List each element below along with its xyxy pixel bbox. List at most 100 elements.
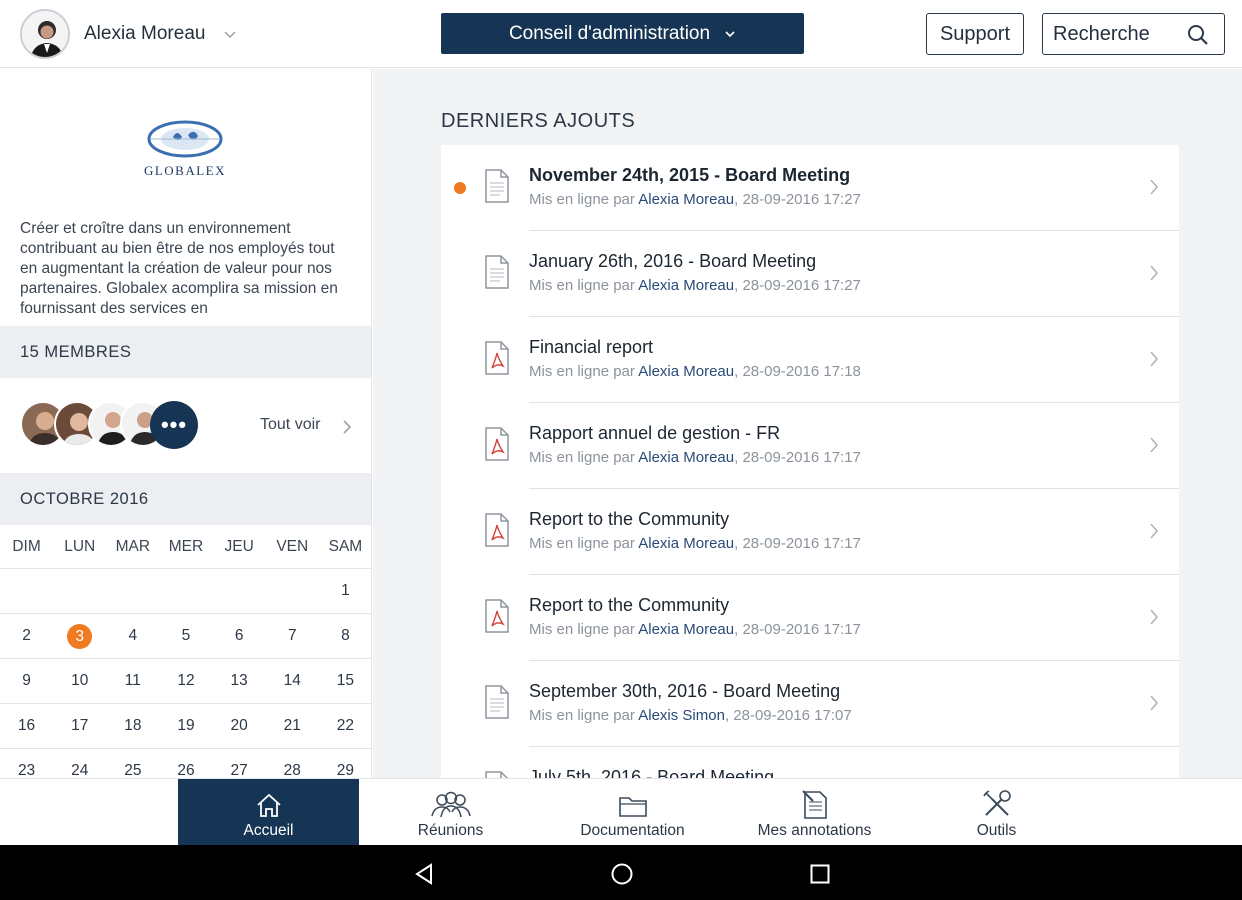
pdf-icon — [485, 427, 509, 461]
chevron-down-icon[interactable] — [223, 27, 237, 41]
support-button[interactable]: Support — [926, 13, 1024, 55]
uploader-name[interactable]: Alexia Moreau — [638, 363, 734, 380]
members-row: ••• Tout voir — [0, 379, 371, 474]
calendar-day[interactable]: 6 — [213, 627, 266, 645]
document-row[interactable]: Rapport annuel de gestion - FR Mis en li… — [441, 403, 1179, 489]
calendar-day[interactable]: 27 — [213, 762, 266, 778]
council-selector-button[interactable]: Conseil d'administration — [441, 13, 804, 54]
calendar-day[interactable]: 17 — [53, 717, 106, 735]
chevron-right-icon[interactable] — [342, 419, 352, 435]
document-row[interactable]: November 24th, 2015 - Board Meeting Mis … — [441, 145, 1179, 231]
user-menu[interactable]: Alexia Moreau — [20, 9, 237, 59]
uploader-name[interactable]: Alexia Moreau — [638, 191, 734, 208]
document-row[interactable]: September 30th, 2016 - Board Meeting Mis… — [441, 661, 1179, 747]
calendar-day[interactable]: 16 — [0, 717, 53, 735]
calendar-day[interactable]: 24 — [53, 762, 106, 778]
document-row[interactable]: Report to the Community Mis en ligne par… — [441, 575, 1179, 661]
back-icon[interactable] — [412, 862, 436, 886]
calendar-day[interactable]: 12 — [159, 672, 212, 690]
calendar-day[interactable]: 25 — [106, 762, 159, 778]
calendar-day[interactable]: 10 — [53, 672, 106, 690]
document-row[interactable]: Report to the Community Mis en ligne par… — [441, 489, 1179, 575]
calendar-day[interactable]: 28 — [266, 762, 319, 778]
chevron-right-icon — [1150, 609, 1159, 625]
document-meta: Mis en ligne par Alexia Moreau, 28-09-20… — [529, 535, 861, 552]
nav-label: Outils — [976, 822, 1017, 839]
user-name: Alexia Moreau — [84, 23, 206, 44]
user-avatar[interactable] — [20, 9, 70, 59]
upload-date: , 28-09-2016 17:17 — [734, 621, 861, 638]
calendar-day[interactable]: 20 — [213, 717, 266, 735]
chevron-right-icon — [1150, 695, 1159, 711]
nav-outils[interactable]: Outils — [906, 779, 1087, 846]
meta-prefix: Mis en ligne par — [529, 191, 639, 208]
uploader-name[interactable]: Alexia Moreau — [638, 277, 734, 294]
document-meta: Mis en ligne par Alexia Moreau, 28-09-20… — [529, 277, 861, 294]
chevron-right-icon — [1150, 179, 1159, 195]
calendar-day-today[interactable]: 3 — [53, 623, 106, 649]
recent-apps-icon[interactable] — [808, 862, 832, 886]
calendar-day[interactable]: 7 — [266, 627, 319, 645]
unread-indicator — [454, 182, 466, 194]
calendar-day[interactable]: 19 — [159, 717, 212, 735]
see-all-members-link[interactable]: Tout voir — [260, 416, 320, 434]
nav-label: Mes annotations — [757, 822, 872, 839]
top-bar: Alexia Moreau Conseil d'administration S… — [0, 0, 1242, 68]
calendar-day[interactable]: 5 — [159, 627, 212, 645]
calendar-day[interactable]: 8 — [319, 627, 371, 645]
calendar-day[interactable]: 26 — [159, 762, 212, 778]
document-title: Report to the Community — [529, 595, 730, 615]
weekday-label: LUN — [64, 537, 96, 555]
calendar-day[interactable]: 11 — [106, 672, 159, 690]
search-button[interactable]: Recherche — [1042, 13, 1225, 55]
meta-prefix: Mis en ligne par — [529, 277, 639, 294]
mission-statement: Créer et croître dans un environnement c… — [20, 220, 338, 317]
upload-date: , 28-09-2016 17:17 — [734, 535, 861, 552]
calendar-day[interactable]: 21 — [266, 717, 319, 735]
document-title: Financial report — [529, 337, 654, 357]
calendar-day[interactable]: 15 — [319, 672, 371, 690]
calendar-day[interactable]: 2 — [0, 627, 53, 645]
calendar-day[interactable]: 9 — [0, 672, 53, 690]
document-meta: Mis en ligne par Alexia Moreau, 28-09-20… — [529, 621, 861, 638]
support-label: Support — [939, 22, 1011, 45]
document-title: Rapport annuel de gestion - FR — [529, 423, 781, 443]
weekday-label: DIM — [12, 537, 41, 555]
search-label: Recherche — [1053, 22, 1150, 45]
calendar-day[interactable]: 13 — [213, 672, 266, 690]
home-circle-icon[interactable] — [610, 862, 634, 886]
document-row[interactable]: July 5th, 2016 - Board Meeting — [441, 747, 1179, 778]
calendar-day[interactable]: 4 — [106, 627, 159, 645]
folder-icon — [618, 797, 647, 817]
upload-date: , 28-09-2016 17:07 — [724, 707, 852, 724]
chevron-down-icon — [725, 30, 735, 37]
calendar-day[interactable]: 29 — [319, 762, 371, 778]
more-members-button[interactable]: ••• — [150, 401, 198, 449]
calendar-week: 16 17 18 19 20 21 22 — [0, 704, 371, 749]
uploader-name[interactable]: Alexia Moreau — [638, 535, 734, 552]
nav-documentation[interactable]: Documentation — [542, 779, 723, 846]
document-title: November 24th, 2015 - Board Meeting — [529, 165, 851, 185]
members-heading: 15 MEMBRES — [0, 326, 371, 378]
nav-label: Documentation — [580, 822, 685, 839]
uploader-name[interactable]: Alexis Simon — [638, 707, 725, 724]
meta-prefix: Mis en ligne par — [529, 535, 639, 552]
nav-reunions[interactable]: Réunions — [360, 779, 541, 846]
calendar-week: 2 3 4 5 6 7 8 — [0, 614, 371, 659]
user-photo-icon — [22, 11, 68, 57]
document-row[interactable]: Financial report Mis en ligne par Alexia… — [441, 317, 1179, 403]
nav-accueil[interactable]: Accueil — [178, 779, 359, 846]
calendar-day[interactable]: 1 — [319, 582, 371, 600]
calendar-weekdays: DIM LUN MAR MER JEU VEN SAM — [0, 525, 371, 569]
pdf-icon — [485, 341, 509, 375]
chevron-right-icon — [1150, 351, 1159, 367]
calendar-day[interactable]: 14 — [266, 672, 319, 690]
calendar-day[interactable]: 18 — [106, 717, 159, 735]
calendar-day[interactable]: 22 — [319, 717, 371, 735]
document-title: Report to the Community — [529, 509, 730, 529]
document-row[interactable]: January 26th, 2016 - Board Meeting Mis e… — [441, 231, 1179, 317]
nav-annotations[interactable]: Mes annotations — [724, 779, 905, 846]
uploader-name[interactable]: Alexia Moreau — [638, 621, 734, 638]
uploader-name[interactable]: Alexia Moreau — [638, 449, 734, 466]
calendar-day[interactable]: 23 — [0, 762, 53, 778]
